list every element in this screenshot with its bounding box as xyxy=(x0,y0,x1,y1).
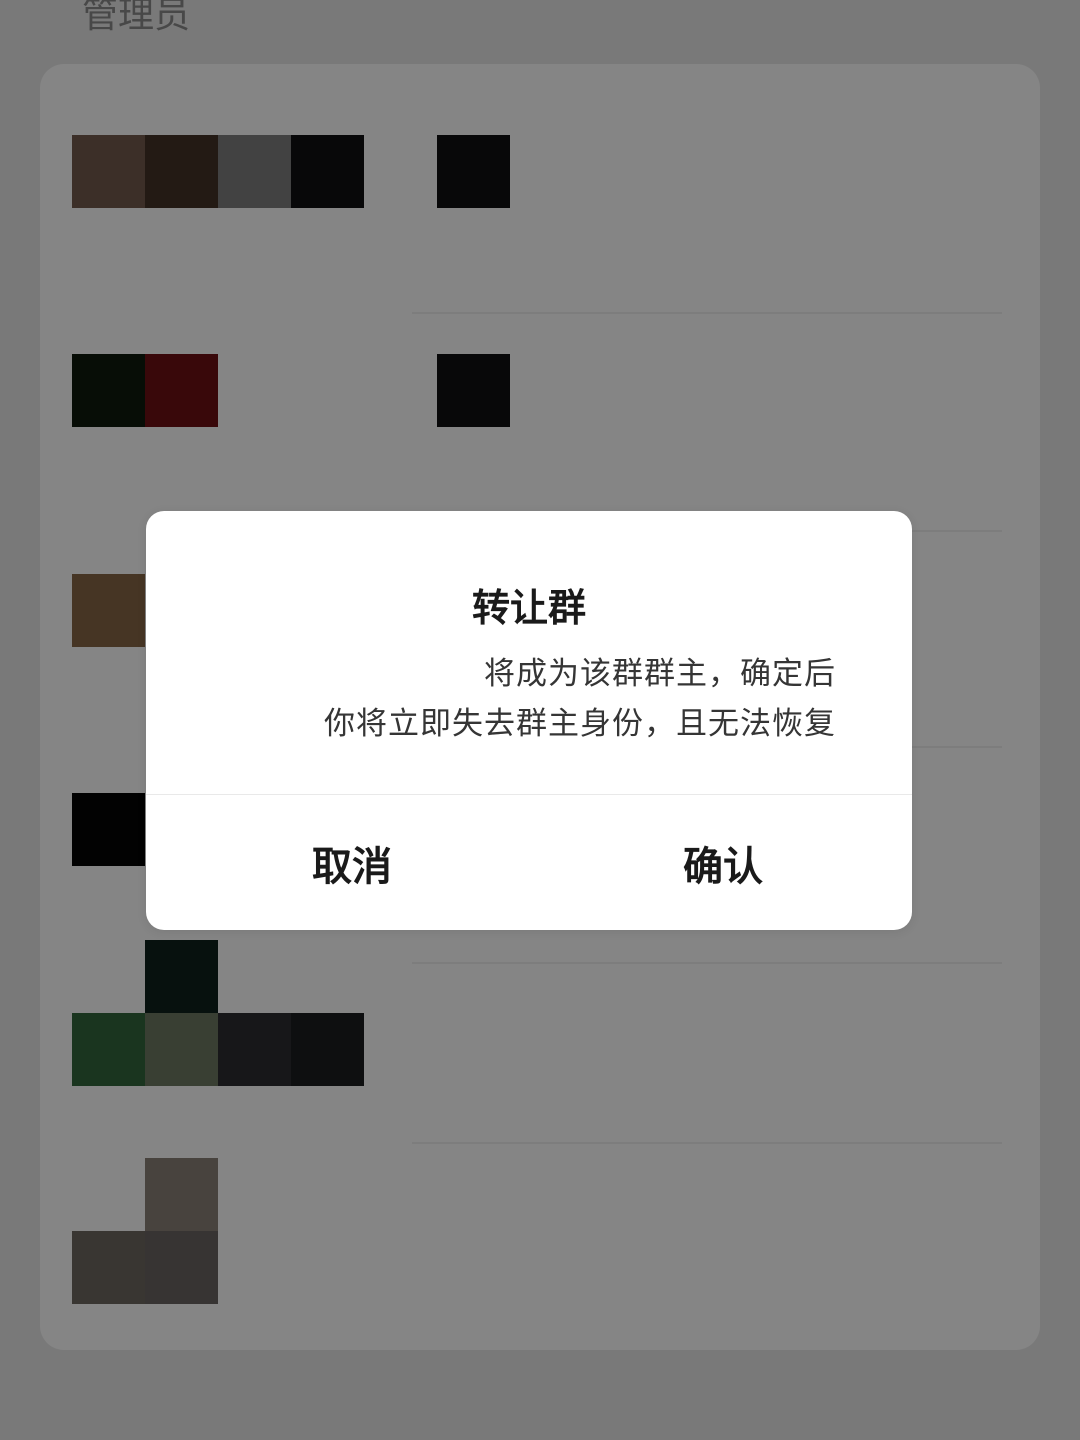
dialog-message-line1: 将成为该群群主，确定后 xyxy=(226,649,836,699)
dialog-title: 转让群 xyxy=(471,586,586,630)
member-name-redaction xyxy=(304,657,484,694)
dialog-message-line2: 你将立即失去群主身份，且无法恢复 xyxy=(324,706,836,742)
confirm-button[interactable]: 确认 xyxy=(529,795,912,930)
cancel-button[interactable]: 取消 xyxy=(146,795,529,930)
message-line1-text: 将成为该群群主，确定后 xyxy=(484,656,836,692)
transfer-group-dialog: 转让群 将成为该群群主，确定后 你将立即失去群主身份，且无法恢复 取消 确认 xyxy=(146,511,912,930)
dialog-message: 将成为该群群主，确定后 你将立即失去群主身份，且无法恢复 xyxy=(226,649,836,749)
